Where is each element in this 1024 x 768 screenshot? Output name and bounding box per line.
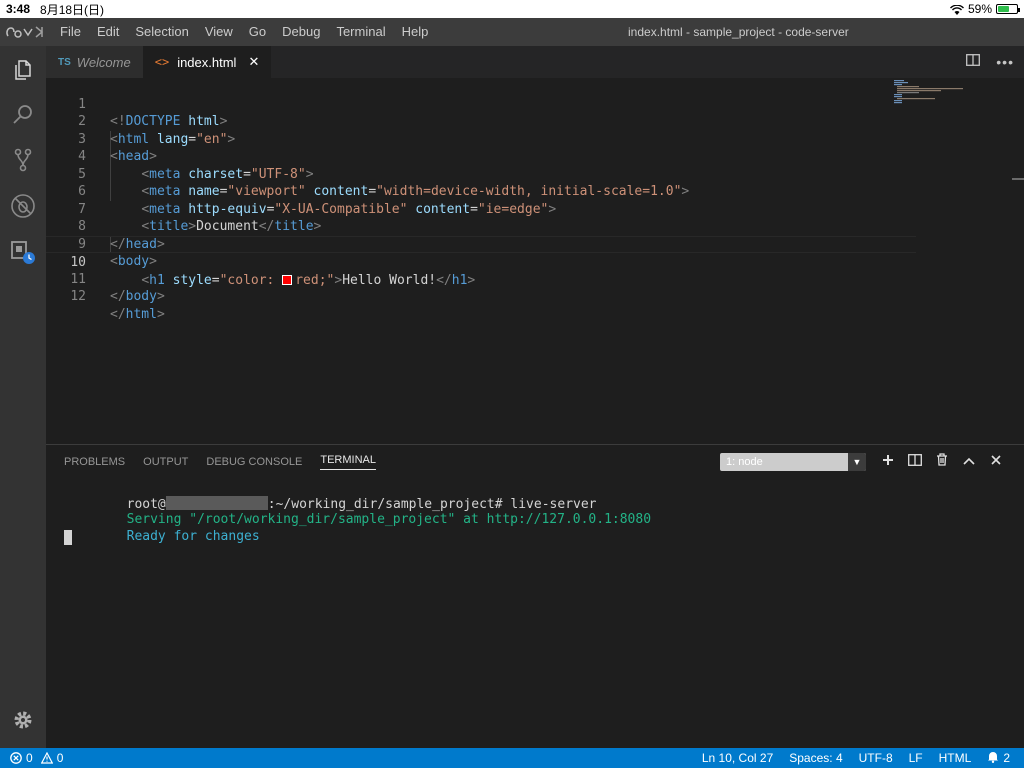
clock: 3:48 [6, 2, 31, 16]
code-line: 1 <!DOCTYPE html> [78, 96, 228, 130]
search-icon[interactable] [9, 101, 37, 129]
date: 8月18日(日) [40, 2, 105, 17]
tab-index-html[interactable]: <> index.html ✕ [142, 46, 272, 78]
window-title: index.html - sample_project - code-serve… [628, 25, 849, 39]
bell-icon [987, 750, 999, 766]
code-line: 8 </head> [78, 219, 165, 252]
battery-icon [996, 4, 1020, 14]
code-line: 11 </body> [70, 271, 165, 305]
code-server-logo [0, 18, 52, 46]
more-actions-icon[interactable]: ••• [996, 54, 1014, 70]
panel-tabs: PROBLEMS OUTPUT DEBUG CONSOLE TERMINAL [64, 445, 376, 479]
tab-label: index.html [177, 54, 237, 70]
warning-icon[interactable] [40, 752, 53, 764]
trash-icon[interactable] [936, 453, 948, 471]
title-bar: File Edit Selection View Go Debug Termin… [0, 18, 1024, 46]
editor-tabs: TS Welcome <> index.html ✕ ••• [46, 46, 1024, 78]
code-line: 5 <meta name="viewport" content="width=d… [78, 166, 690, 200]
menu-go[interactable]: Go [241, 18, 274, 46]
typescript-badge-icon: TS [58, 56, 71, 68]
split-terminal-icon[interactable] [908, 453, 922, 471]
status-bar: 0 0 Ln 10, Col 27 Spaces: 4 UTF-8 LF HTM… [0, 748, 1024, 768]
html-file-icon: <> [154, 55, 170, 69]
code-line: 4 <meta charset="UTF-8"> [78, 149, 314, 182]
source-control-icon[interactable] [9, 146, 37, 174]
code-server-window: 3:48 8月18日(日) 59% File Edit Selection Vi… [0, 0, 1024, 768]
menu-terminal[interactable]: Terminal [328, 18, 393, 46]
notifications[interactable]: 2 [987, 750, 1010, 766]
tab-welcome[interactable]: TS Welcome [46, 46, 143, 78]
menu-view[interactable]: View [197, 18, 241, 46]
wifi-icon [949, 4, 964, 15]
remote-explorer-icon[interactable] [9, 238, 37, 266]
indentation[interactable]: Spaces: 4 [789, 751, 842, 765]
tab-terminal[interactable]: TERMINAL [320, 454, 376, 470]
error-count[interactable]: 0 [26, 751, 33, 765]
terminal-output[interactable]: root@:~/working_dir/sample_project# live… [64, 479, 651, 545]
code-line: 7 <title>Document</title> [78, 201, 322, 235]
menu-help[interactable]: Help [394, 18, 437, 46]
cursor-position[interactable]: Ln 10, Col 27 [702, 751, 773, 765]
activity-bar [0, 46, 46, 748]
scrollbar-marker[interactable] [1012, 178, 1024, 180]
bottom-panel: PROBLEMS OUTPUT DEBUG CONSOLE TERMINAL 1… [46, 444, 1024, 748]
terminal-select[interactable]: 1: node ▼ [720, 453, 866, 471]
close-panel-icon[interactable] [990, 453, 1002, 471]
tab-label: Welcome [76, 54, 131, 70]
chevron-down-icon: ▼ [848, 453, 866, 471]
ios-status-bar: 3:48 8月18日(日) 59% [0, 0, 1024, 18]
menu-file[interactable]: File [52, 18, 89, 46]
warning-count[interactable]: 0 [57, 751, 64, 765]
debug-icon[interactable] [9, 192, 37, 220]
tab-debug-console[interactable]: DEBUG CONSOLE [206, 456, 302, 468]
end-of-line[interactable]: LF [909, 751, 923, 765]
tab-output[interactable]: OUTPUT [143, 456, 188, 468]
battery-percent: 59% [967, 2, 992, 16]
notification-count: 2 [1003, 751, 1010, 765]
explorer-icon[interactable] [9, 56, 37, 84]
code-line: 2 <html lang="en"> [78, 114, 236, 147]
minimap[interactable] [894, 80, 964, 104]
terminal-select-value: 1: node [726, 456, 763, 468]
code-editor[interactable]: 1 <!DOCTYPE html> 2 <html lang="en"> 3 <… [46, 78, 1024, 444]
tab-problems[interactable]: PROBLEMS [64, 456, 125, 468]
redacted-hostname [165, 495, 268, 510]
code-line: 9 <body> [78, 236, 157, 270]
battery-fill [998, 6, 1009, 12]
code-line: 12 </html> [70, 289, 165, 322]
new-terminal-icon[interactable] [882, 453, 894, 471]
code-line: 6 <meta http-equiv="X-UA-Compatible" con… [78, 184, 557, 217]
menu-debug[interactable]: Debug [274, 18, 328, 46]
chevron-up-icon[interactable] [962, 453, 976, 471]
error-icon[interactable] [10, 752, 22, 764]
encoding[interactable]: UTF-8 [859, 751, 893, 765]
language-mode[interactable]: HTML [939, 751, 972, 765]
code-line-current: 10 <h1 style="color: red;">Hello World!<… [46, 235, 916, 288]
close-icon[interactable]: ✕ [248, 54, 259, 70]
code-line: 3 <head> [78, 131, 157, 165]
menu-selection[interactable]: Selection [127, 18, 196, 46]
gear-icon[interactable] [9, 706, 37, 734]
menu-edit[interactable]: Edit [89, 18, 127, 46]
split-editor-icon[interactable] [966, 53, 981, 71]
terminal-line: root@:~/working_dir/sample_project# live… [126, 495, 597, 512]
